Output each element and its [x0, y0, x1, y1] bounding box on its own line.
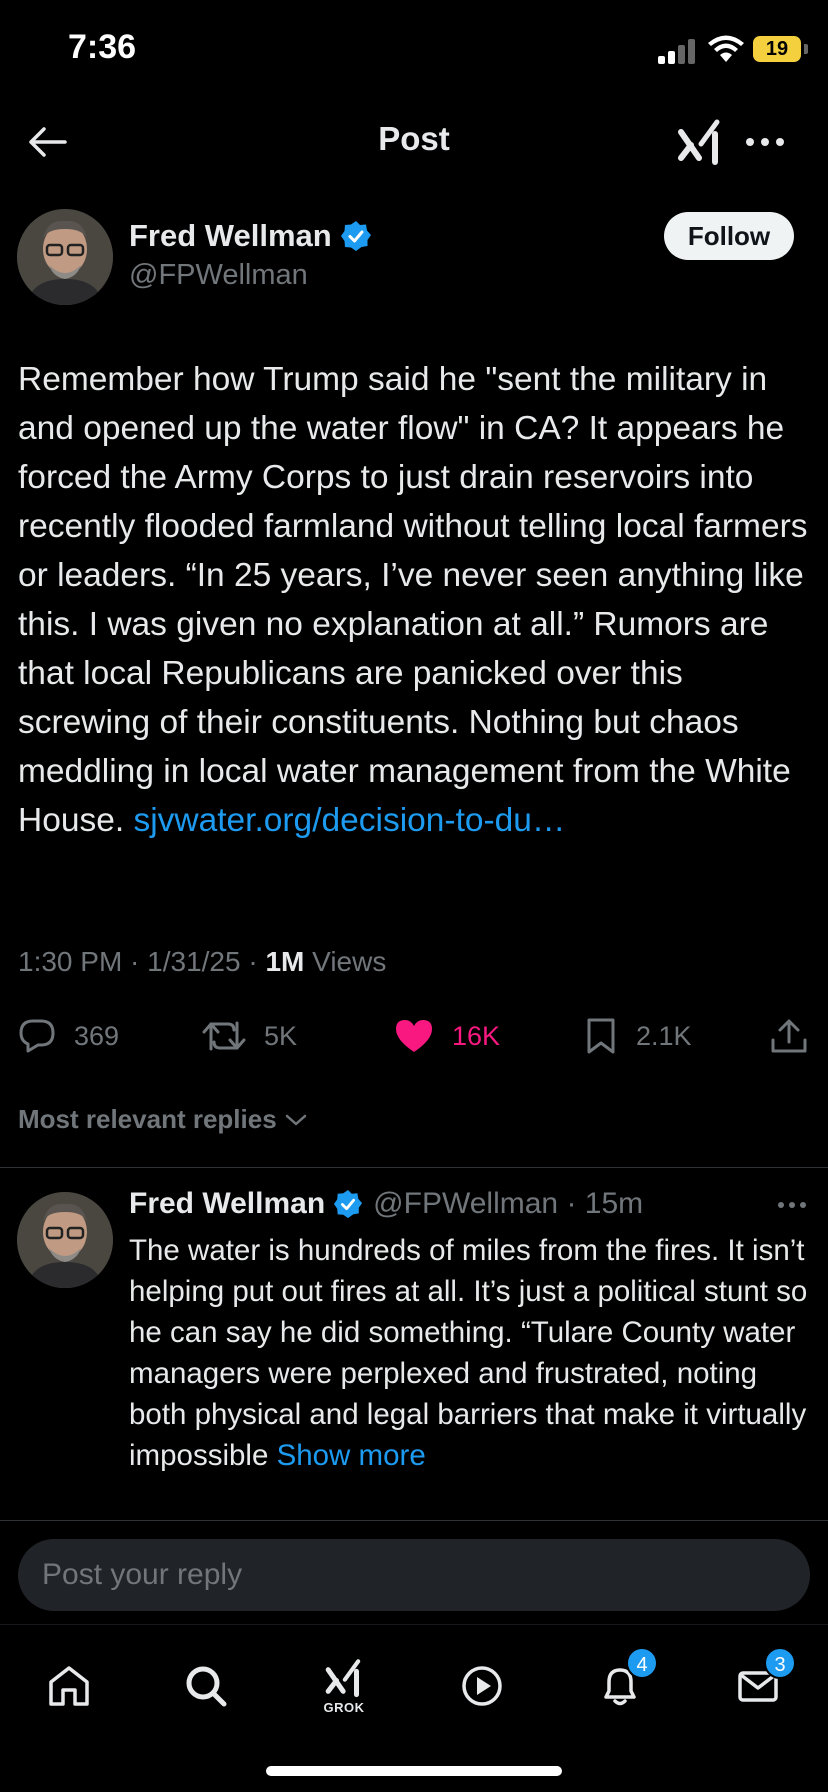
- grok-icon: [678, 119, 720, 165]
- notifications-badge: 4: [626, 1647, 658, 1679]
- more-options-button[interactable]: [740, 118, 790, 166]
- nav-grok-label: GROK: [323, 1699, 365, 1715]
- nav-notifications[interactable]: 4: [580, 1647, 660, 1721]
- replies-sort-dropdown[interactable]: Most relevant replies: [18, 1104, 309, 1135]
- more-horizontal-icon: [778, 1202, 806, 1208]
- author-name-row[interactable]: Fred Wellman: [129, 218, 372, 254]
- verified-badge-icon: [334, 1189, 363, 1219]
- tweet-body: Remember how Trump said he "sent the mil…: [18, 361, 808, 839]
- grok-icon: [325, 1658, 361, 1697]
- chevron-down-icon: [285, 1114, 306, 1125]
- author-name[interactable]: Fred Wellman: [129, 218, 332, 254]
- search-icon: [186, 1666, 227, 1707]
- signal-icon: [658, 38, 700, 64]
- bookmark-count: 2.1K: [636, 1020, 692, 1051]
- nav-search[interactable]: [166, 1651, 246, 1721]
- reply-more-button[interactable]: [772, 1190, 812, 1220]
- comment-icon: [19, 1019, 55, 1053]
- bookmark-action-button[interactable]: 2.1K: [584, 1012, 692, 1060]
- reply-author-handle[interactable]: @FPWellman · 15m: [373, 1187, 643, 1221]
- reply-avatar[interactable]: [17, 1192, 113, 1288]
- home-indicator: [266, 1766, 562, 1776]
- divider: [0, 1520, 828, 1521]
- repost-icon: [202, 1021, 246, 1051]
- battery-tip: [804, 44, 808, 54]
- share-icon: [771, 1019, 807, 1053]
- verified-badge-icon: [340, 221, 371, 251]
- heart-filled-icon: [396, 1020, 432, 1052]
- avatar-photo: [17, 209, 113, 305]
- replies-sort-label: Most relevant replies: [18, 1104, 277, 1134]
- nav-grok[interactable]: GROK: [304, 1651, 384, 1721]
- battery-icon: 19: [753, 36, 801, 62]
- nav-messages[interactable]: 3: [718, 1647, 798, 1721]
- show-more-link[interactable]: Show more: [277, 1439, 426, 1472]
- status-icons: 19: [608, 34, 828, 68]
- status-bar: 7:36 19: [0, 0, 828, 100]
- messages-badge: 3: [764, 1647, 796, 1679]
- more-horizontal-icon: [746, 138, 784, 146]
- follow-button[interactable]: Follow: [664, 212, 794, 260]
- reply-action-button[interactable]: 369: [18, 1012, 119, 1060]
- divider: [0, 1167, 828, 1168]
- reply-author-name[interactable]: Fred Wellman: [129, 1187, 325, 1221]
- avatar-photo: [17, 1192, 113, 1288]
- reply-header: Fred Wellman @FPWellman · 15m: [129, 1187, 643, 1221]
- tweet-meta: 1:30 PM · 1/31/25 · 1M Views: [18, 946, 386, 978]
- reply-body: The water is hundreds of miles from the …: [129, 1234, 808, 1472]
- reply-composer-input[interactable]: Post your reply: [18, 1539, 810, 1611]
- share-action-button[interactable]: [770, 1012, 826, 1060]
- reply-text: The water is hundreds of miles from the …: [129, 1230, 819, 1476]
- wifi-icon: [708, 35, 744, 62]
- header: Post: [0, 100, 828, 184]
- author-avatar[interactable]: [17, 209, 113, 305]
- home-icon: [49, 1666, 89, 1706]
- repost-count: 5K: [264, 1020, 298, 1051]
- play-circle-icon: [462, 1666, 502, 1706]
- tweet-timestamp[interactable]: 1:30 PM · 1/31/25 ·: [18, 946, 265, 977]
- repost-action-button[interactable]: 5K: [202, 1012, 297, 1060]
- like-count: 16K: [452, 1020, 501, 1051]
- nav-video[interactable]: [442, 1651, 522, 1721]
- bookmark-icon: [587, 1018, 615, 1054]
- author-handle[interactable]: @FPWellman: [129, 259, 308, 292]
- status-time: 7:36: [68, 28, 137, 66]
- grok-button[interactable]: [672, 114, 728, 170]
- like-action-button[interactable]: 16K: [394, 1012, 500, 1060]
- tweet-text: Remember how Trump said he "sent the mil…: [18, 355, 814, 845]
- tweet-link[interactable]: sjvwater.org/decision-to-du…: [133, 802, 565, 839]
- views-count: 1M: [265, 946, 305, 977]
- views-label: Views: [304, 946, 387, 977]
- reply-count: 369: [74, 1020, 120, 1051]
- nav-home[interactable]: [29, 1651, 109, 1721]
